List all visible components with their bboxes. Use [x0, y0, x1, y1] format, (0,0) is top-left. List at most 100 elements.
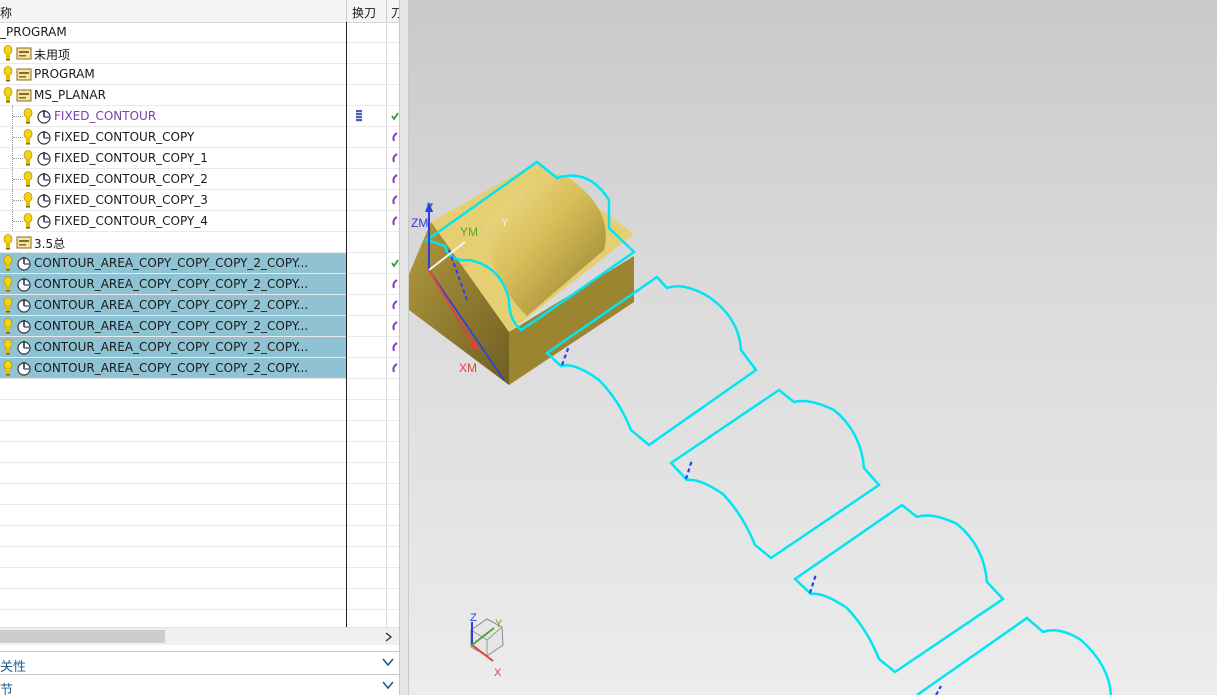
empty-row	[0, 526, 399, 547]
tree-row[interactable]: MS_PLANAR	[0, 85, 399, 106]
operation-icon	[16, 360, 32, 376]
column-name-header[interactable]: 称	[0, 4, 12, 21]
operation-icon	[36, 108, 52, 124]
tree-row-label: CONTOUR_AREA_COPY_COPY_COPY_2_COPY...	[34, 319, 309, 333]
tree-row-label: FIXED_CONTOUR_COPY_3	[54, 193, 208, 207]
toolpath-outlines[interactable]	[545, 275, 1113, 695]
tree-row[interactable]: FIXED_CONTOUR_COPY_2	[0, 169, 399, 190]
horizontal-scrollbar[interactable]	[0, 627, 399, 645]
program-group-icon	[16, 87, 32, 103]
operation-icon	[16, 276, 32, 292]
navigator-tree: _PROGRAM 未用项 PROGRAM MS_PLANAR FIXED_CONTOUR…	[0, 22, 399, 673]
tree-row-label: PROGRAM	[34, 67, 95, 81]
details-panel[interactable]: 节	[0, 674, 399, 695]
wcs-z-label: Z	[426, 201, 433, 215]
operation-navigator: 称 换刀 刀 _PROGRAM 未用项 PROGRAM MS_PLANAR FIXED_…	[0, 0, 399, 695]
tree-row-label: FIXED_CONTOUR_COPY_2	[54, 172, 208, 186]
tree-row-label: FIXED_CONTOUR	[54, 109, 157, 123]
navigator-header: 称 换刀 刀	[0, 0, 399, 23]
operation-icon	[16, 339, 32, 355]
scroll-right-icon[interactable]	[385, 632, 393, 642]
tree-row[interactable]: CONTOUR_AREA_COPY_COPY_COPY_2_COPY...	[0, 337, 399, 358]
wcs-ym-label: YM	[460, 225, 478, 239]
details-panel-title: 节	[0, 683, 14, 695]
program-group-icon	[16, 234, 32, 250]
chevron-down-icon[interactable]	[381, 655, 395, 669]
tree-row[interactable]: FIXED_CONTOUR_COPY_3	[0, 190, 399, 211]
empty-row	[0, 400, 399, 421]
path-status-icon	[391, 320, 399, 335]
status-bulb-icon	[3, 297, 13, 313]
path-status-icon	[391, 257, 399, 272]
tree-row[interactable]: FIXED_CONTOUR	[0, 106, 399, 127]
tree-row-label: _PROGRAM	[0, 25, 67, 39]
tree-row[interactable]: CONTOUR_AREA_COPY_COPY_COPY_2_COPY...	[0, 253, 399, 274]
status-bulb-icon	[3, 276, 13, 292]
column-divider	[346, 22, 347, 628]
tree-row-label: FIXED_CONTOUR_COPY_4	[54, 214, 208, 228]
column-separator[interactable]	[346, 0, 347, 22]
wcs-xm-label: XM	[459, 361, 477, 375]
panel-splitter[interactable]	[399, 0, 409, 695]
tree-row-label: CONTOUR_AREA_COPY_COPY_COPY_2_COPY...	[34, 277, 309, 291]
path-status-icon	[391, 341, 399, 356]
dependencies-panel[interactable]: 关性	[0, 651, 399, 675]
wcs-y-label: Y	[501, 217, 509, 229]
chevron-down-icon[interactable]	[381, 678, 395, 692]
tree-row[interactable]: 3.5总	[0, 232, 399, 253]
empty-row	[0, 379, 399, 400]
empty-row	[0, 484, 399, 505]
operation-icon	[36, 171, 52, 187]
status-bulb-icon	[23, 171, 33, 187]
tool-change-icon	[356, 110, 362, 122]
operation-icon	[36, 192, 52, 208]
tree-row[interactable]: CONTOUR_AREA_COPY_COPY_COPY_2_COPY...	[0, 295, 399, 316]
empty-row	[0, 589, 399, 610]
path-status-icon	[391, 278, 399, 293]
triad-y-label: Y	[495, 618, 503, 630]
column-tool-change-header[interactable]: 换刀	[352, 4, 376, 21]
column-divider	[386, 22, 387, 628]
empty-row	[0, 547, 399, 568]
status-bulb-icon	[23, 192, 33, 208]
tree-row-label: CONTOUR_AREA_COPY_COPY_COPY_2_COPY...	[34, 298, 309, 312]
tree-row[interactable]: FIXED_CONTOUR_COPY	[0, 127, 399, 148]
operation-icon	[16, 318, 32, 334]
path-status-icon	[391, 362, 399, 377]
workpiece[interactable]	[409, 160, 636, 385]
tree-row-label: CONTOUR_AREA_COPY_COPY_COPY_2_COPY...	[34, 340, 309, 354]
path-status-icon	[391, 299, 399, 314]
status-bulb-icon	[3, 339, 13, 355]
triad-x-label: X	[494, 667, 502, 679]
program-group-icon	[16, 66, 32, 82]
status-bulb-icon	[3, 66, 13, 82]
tree-row[interactable]: 未用项	[0, 43, 399, 64]
column-path-header[interactable]: 刀	[391, 4, 399, 21]
tree-row[interactable]: CONTOUR_AREA_COPY_COPY_COPY_2_COPY...	[0, 358, 399, 379]
path-status-icon	[391, 173, 399, 188]
empty-row	[0, 505, 399, 526]
status-bulb-icon	[23, 129, 33, 145]
status-bulb-icon	[3, 318, 13, 334]
status-bulb-icon	[3, 255, 13, 271]
empty-row	[0, 442, 399, 463]
status-bulb-icon	[3, 360, 13, 376]
graphics-viewport[interactable]: ZM Z YM Y XM Z Y X	[409, 0, 1217, 695]
tree-row[interactable]: _PROGRAM	[0, 22, 399, 43]
tree-row[interactable]: FIXED_CONTOUR_COPY_1	[0, 148, 399, 169]
tree-row[interactable]: PROGRAM	[0, 64, 399, 85]
operation-icon	[36, 213, 52, 229]
tree-row[interactable]: CONTOUR_AREA_COPY_COPY_COPY_2_COPY...	[0, 274, 399, 295]
path-status-icon	[391, 131, 399, 146]
status-bulb-icon	[3, 45, 13, 61]
model-view[interactable]: ZM Z YM Y XM Z Y X	[409, 0, 1217, 695]
tree-row[interactable]: CONTOUR_AREA_COPY_COPY_COPY_2_COPY...	[0, 316, 399, 337]
operation-icon	[36, 129, 52, 145]
path-status-icon	[391, 215, 399, 230]
tree-row-label: FIXED_CONTOUR_COPY	[54, 130, 195, 144]
status-bulb-icon	[23, 213, 33, 229]
scrollbar-thumb[interactable]	[0, 630, 165, 643]
wcs-zm-label: ZM	[411, 216, 428, 230]
column-separator[interactable]	[386, 0, 387, 22]
tree-row[interactable]: FIXED_CONTOUR_COPY_4	[0, 211, 399, 232]
